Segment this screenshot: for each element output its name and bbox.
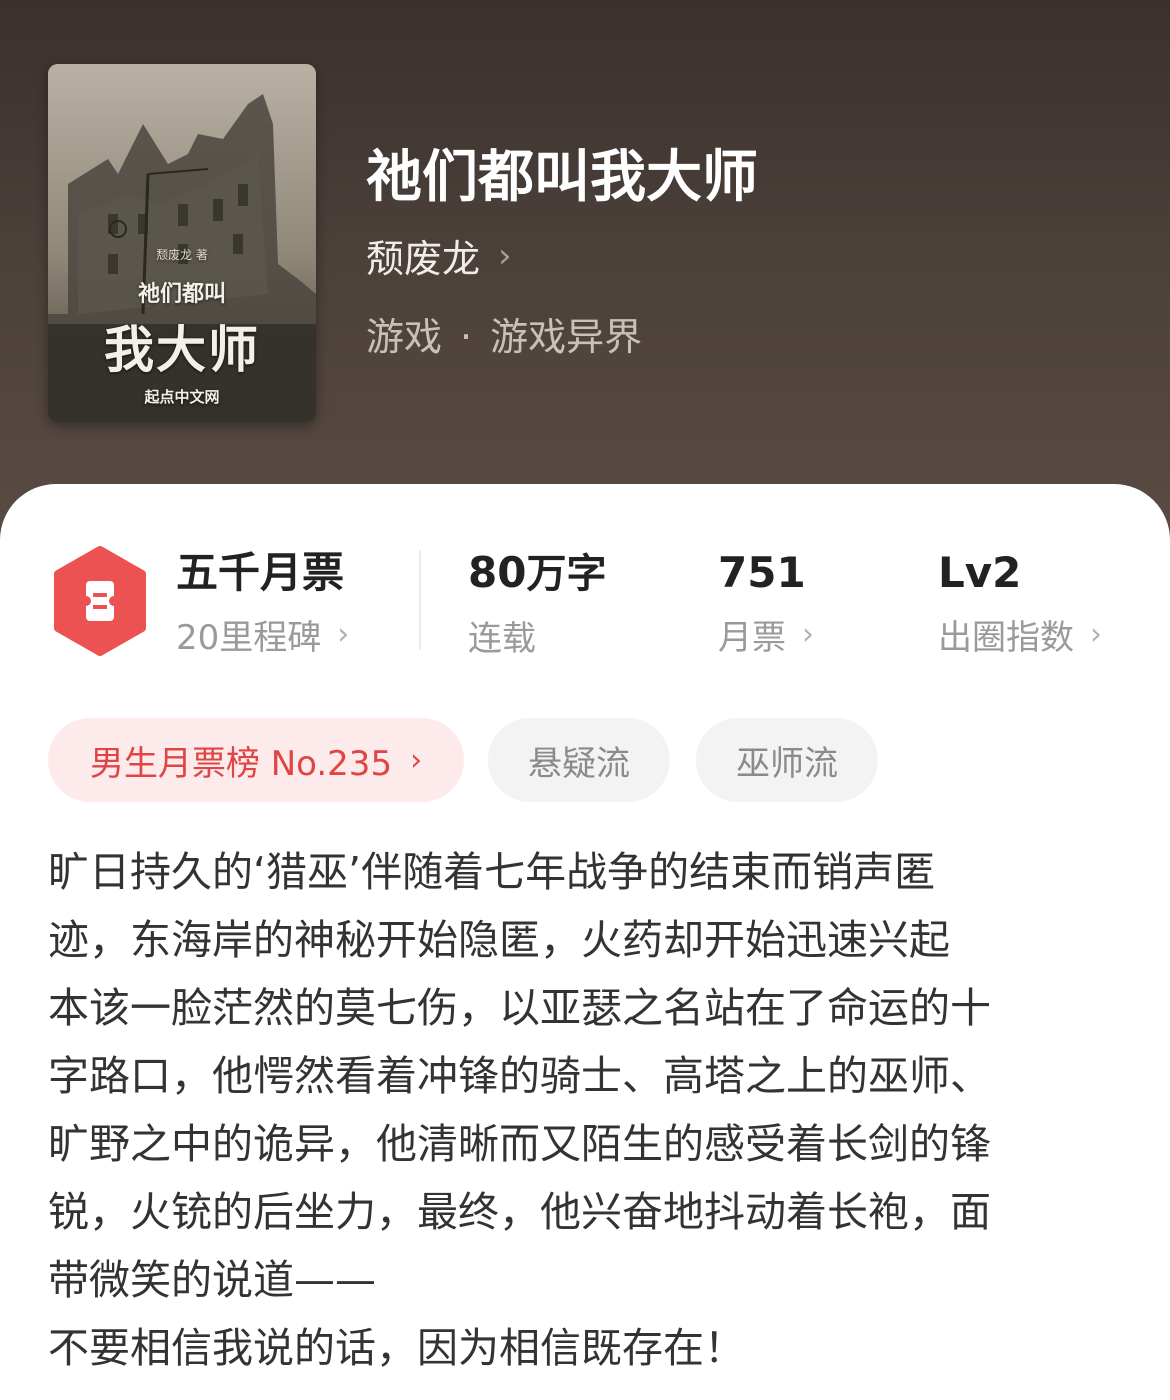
- milestone-stat[interactable]: 五千月票 20里程碑 ›: [176, 548, 349, 659]
- word-count-unit: 万字: [526, 551, 607, 597]
- word-count-row: 80万字: [468, 548, 606, 599]
- influence-label: 出圈指数: [938, 618, 1074, 658]
- book-description[interactable]: 旷日持久的‘猎巫’伴随着七年战争的结束而销声匿 迹，东海岸的神秘开始隐匿，火药却…: [48, 838, 1123, 1382]
- description-line: 迹，东海岸的神秘开始隐匿，火药却开始迅速兴起: [48, 916, 950, 964]
- monthly-votes-value: 751: [718, 548, 806, 597]
- tag-suspense[interactable]: 悬疑流: [488, 718, 670, 802]
- milestone-label-row: 20里程碑 ›: [176, 610, 349, 659]
- influence-value: Lv2: [938, 548, 1022, 597]
- category-separator: ·: [460, 315, 473, 359]
- tag-wizard[interactable]: 巫师流: [696, 718, 878, 802]
- description-line: 旷日持久的‘猎巫’伴随着七年战争的结束而销声匿: [48, 848, 936, 896]
- book-header: 颓废龙 著 祂们都叫 我大师 起点中文网 祂们都叫我大师 颓废龙 › 游戏 · 游戏…: [0, 0, 1170, 560]
- word-count-value: 80: [468, 548, 527, 597]
- chevron-right-icon: ›: [337, 617, 350, 652]
- book-categories: 游戏 · 游戏异界: [366, 306, 642, 361]
- chevron-right-icon: ›: [498, 235, 512, 276]
- serial-status: 连载: [468, 619, 536, 659]
- subcategory-label[interactable]: 游戏异界: [490, 315, 642, 359]
- tag-suspense-label: 悬疑流: [528, 743, 630, 784]
- book-title: 祂们都叫我大师: [366, 145, 758, 210]
- rank-tag[interactable]: 男生月票榜 No.235 ›: [48, 718, 464, 802]
- ticket-badge-icon: [54, 546, 146, 656]
- author-link[interactable]: 颓废龙 ›: [366, 228, 512, 283]
- milestone-value: 五千月票: [176, 548, 345, 597]
- book-cover[interactable]: 颓废龙 著 祂们都叫 我大师 起点中文网: [48, 64, 316, 422]
- category-label[interactable]: 游戏: [366, 315, 442, 359]
- description-line: 不要相信我说的话，因为相信既存在！: [48, 1324, 745, 1372]
- description-line: 锐，火铳的后坐力，最终，他兴奋地抖动着长袍，面: [48, 1188, 991, 1236]
- description-line: 本该一脸茫然的莫七伤，以亚瑟之名站在了命运的十: [48, 984, 991, 1032]
- chevron-right-icon: ›: [1090, 617, 1102, 652]
- milestone-label: 20里程碑: [176, 618, 322, 658]
- monthly-votes-label: 月票: [718, 618, 786, 658]
- cover-title-line1: 祂们都叫: [137, 281, 226, 307]
- rank-tag-label: 男生月票榜 No.235: [89, 743, 393, 784]
- description-line: 字路口，他愕然看着冲锋的骑士、高塔之上的巫师、: [48, 1052, 991, 1100]
- word-count-stat: 80万字 连载: [468, 548, 606, 660]
- monthly-votes-label-row: 月票 ›: [718, 610, 814, 659]
- author-name: 颓废龙: [366, 237, 481, 281]
- description-line: 旷野之中的诡异，他清晰而又陌生的感受着长剑的锋: [48, 1120, 991, 1168]
- monthly-votes-stat[interactable]: 751 月票 ›: [718, 548, 814, 659]
- serial-status-label: 连载: [468, 611, 606, 660]
- chevron-right-icon: ›: [410, 742, 423, 778]
- influence-label-row: 出圈指数 ›: [938, 610, 1102, 659]
- cover-publisher: 起点中文网: [144, 388, 220, 406]
- stats-divider: [419, 550, 421, 650]
- cover-author: 颓废龙 著: [156, 248, 208, 262]
- influence-stat[interactable]: Lv2 出圈指数 ›: [938, 548, 1102, 659]
- cover-title-line2: 我大师: [104, 320, 260, 379]
- chevron-right-icon: ›: [802, 617, 814, 652]
- tag-wizard-label: 巫师流: [736, 743, 838, 784]
- description-line: 带微笑的说道——: [48, 1256, 376, 1304]
